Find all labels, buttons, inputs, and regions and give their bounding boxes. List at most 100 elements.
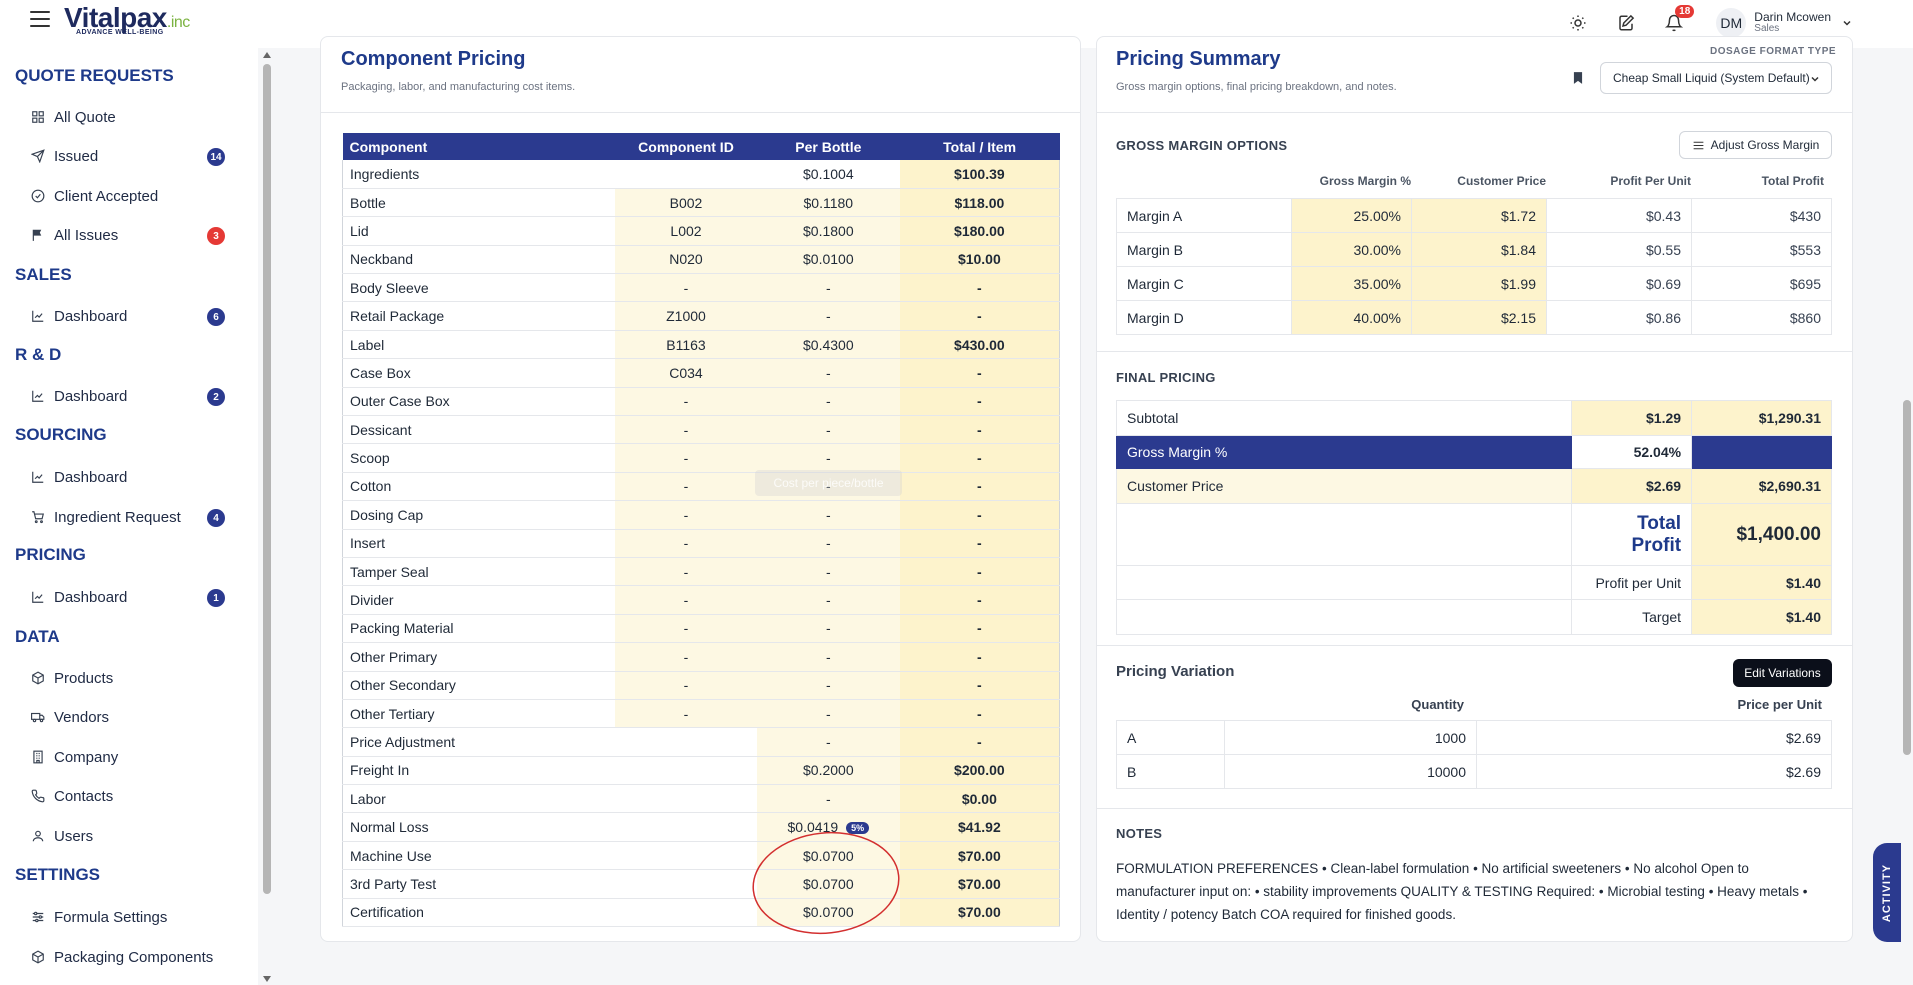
- sidebar-item-sourcing-dashboard[interactable]: Dashboard: [30, 464, 225, 490]
- cart-icon: [30, 509, 46, 525]
- sidebar-item-pricing-dashboard[interactable]: Dashboard 1: [30, 584, 225, 610]
- notes-text: FORMULATION PREFERENCES • Clean-label fo…: [1116, 861, 1808, 922]
- pricing-summary-subtitle: Gross margin options, final pricing brea…: [1116, 81, 1397, 93]
- component-name: Packing Material: [342, 614, 616, 644]
- table-row: Insert - - -: [342, 529, 1060, 558]
- sidebar-item-company[interactable]: Company: [30, 744, 225, 770]
- margin-ppu: $0.69: [1546, 266, 1692, 301]
- sidebar-item-users[interactable]: Users: [30, 823, 225, 849]
- component-name: Other Primary: [342, 642, 616, 672]
- component-name: Certification: [342, 898, 616, 928]
- sidebar-item-all-issues[interactable]: All Issues 3: [30, 222, 225, 248]
- notes-title: NOTES: [1116, 826, 1163, 841]
- component-pricing-title: Component Pricing: [341, 48, 526, 70]
- table-row: Other Secondary - - -: [342, 671, 1060, 700]
- margin-price: $1.84: [1411, 232, 1547, 267]
- margin-row: Margin D 40.00% $2.15 $0.86 $860: [1116, 300, 1832, 335]
- sidebar-item-formula-settings[interactable]: Formula Settings: [30, 904, 225, 930]
- bell-icon[interactable]: 18: [1660, 5, 1695, 37]
- customer-price-label: Customer Price: [1115, 468, 1573, 504]
- edit-note-icon[interactable]: [1612, 9, 1640, 37]
- gross-margin-table: Margin A 25.00% $1.72 $0.43 $430 Margin B 30.0…: [1116, 198, 1832, 335]
- component-id: -: [615, 273, 757, 303]
- page-scrollbar[interactable]: [1903, 400, 1911, 755]
- logo[interactable]: Vitalpax.inc ADVANCE WELL-BEING: [64, 2, 190, 39]
- component-name: Case Box: [342, 358, 616, 388]
- menu-icon[interactable]: [30, 11, 50, 29]
- col-per-bottle: Per Bottle: [756, 133, 900, 160]
- sidebar-item-rd-dashboard[interactable]: Dashboard 2: [30, 383, 225, 409]
- margin-total: $553: [1691, 232, 1832, 267]
- table-row: Other Primary - - -: [342, 642, 1060, 672]
- pricing-variation-table: A 1000 $2.69 B 10000 $2.69: [1116, 720, 1832, 789]
- total-item-cell: $200.00: [899, 756, 1060, 786]
- sidebar-item-all-quote[interactable]: All Quote: [30, 104, 225, 130]
- sidebar-item-issued[interactable]: Issued 14: [30, 143, 225, 169]
- per-bottle-cell: -: [756, 557, 900, 587]
- per-bottle-cell: $0.4300: [756, 330, 900, 360]
- component-name: Dosing Cap: [342, 500, 616, 530]
- total-item-cell: -: [899, 585, 1060, 615]
- total-profit-label: Total Profit: [1571, 503, 1693, 566]
- avatar: DM: [1716, 8, 1747, 38]
- total-item-cell: -: [899, 727, 1060, 757]
- sidebar-item-sales-dashboard[interactable]: Dashboard 6: [30, 303, 225, 329]
- target-value: $1.40: [1691, 599, 1832, 635]
- table-row: 3rd Party Test $0.0700 $70.00: [342, 869, 1060, 899]
- component-id: -: [615, 387, 757, 417]
- margin-price: $1.72: [1411, 198, 1547, 233]
- bookmark-icon[interactable]: [1571, 70, 1585, 86]
- table-row: Packing Material - - -: [342, 614, 1060, 644]
- component-name: Lid: [342, 216, 616, 246]
- sidebar-item-contacts[interactable]: Contacts: [30, 783, 225, 809]
- edit-variations-button[interactable]: Edit Variations: [1733, 659, 1832, 687]
- sun-icon[interactable]: [1564, 9, 1592, 37]
- sidebar-item-products[interactable]: Products: [30, 665, 225, 691]
- sidebar-scrollbar[interactable]: [263, 52, 271, 982]
- table-row: Outer Case Box - - -: [342, 387, 1060, 417]
- total-item-cell: $70.00: [899, 898, 1060, 928]
- margin-total: $860: [1691, 300, 1832, 335]
- table-row: Divider - - -: [342, 585, 1060, 615]
- total-item-cell: -: [899, 472, 1060, 502]
- component-name: Outer Case Box: [342, 387, 616, 417]
- per-bottle-cell: -: [756, 443, 900, 473]
- component-name: Retail Package: [342, 301, 616, 331]
- per-bottle-cell: -: [756, 699, 900, 729]
- phone-icon: [30, 788, 46, 804]
- table-row: Other Tertiary - - -: [342, 699, 1060, 729]
- total-item-cell: -: [899, 301, 1060, 331]
- sidebar-item-packaging-components[interactable]: Packaging Components: [30, 944, 225, 970]
- per-bottle-cell: -: [756, 415, 900, 445]
- component-id: -: [615, 443, 757, 473]
- sidebar-item-vendors[interactable]: Vendors: [30, 704, 225, 730]
- building-icon: [30, 749, 46, 765]
- activity-tab[interactable]: ACTIVITY: [1873, 843, 1901, 942]
- per-bottle-cell: -: [756, 642, 900, 672]
- pricing-summary-title: Pricing Summary: [1116, 48, 1281, 70]
- table-row: Dessicant - - -: [342, 415, 1060, 445]
- margin-total: $695: [1691, 266, 1832, 301]
- sidebar-item-client-accepted[interactable]: Client Accepted: [30, 183, 225, 209]
- dosage-format-select[interactable]: Cheap Small Liquid (System Default): [1600, 62, 1832, 94]
- user-menu[interactable]: DM Darin Mcowen Sales: [1716, 8, 1853, 38]
- total-item-cell: -: [899, 500, 1060, 530]
- adjust-gross-margin-button[interactable]: Adjust Gross Margin: [1679, 131, 1832, 159]
- component-id: L002: [615, 216, 757, 246]
- subtotal-label: Subtotal: [1115, 400, 1573, 436]
- sales-badge: 6: [207, 308, 225, 326]
- component-id: -: [615, 585, 757, 615]
- total-item-cell: $118.00: [899, 188, 1060, 218]
- margin-pct: 40.00%: [1291, 300, 1412, 335]
- component-id: -: [615, 415, 757, 445]
- subtotal-total: $1,290.31: [1691, 400, 1832, 436]
- sidebar-item-ingredient-request[interactable]: Ingredient Request 4: [30, 504, 225, 530]
- section-sourcing: SOURCING: [15, 425, 107, 444]
- pricing-variation-title: Pricing Variation: [1116, 663, 1235, 680]
- box-icon: [30, 949, 46, 965]
- table-row: Dosing Cap - - -: [342, 500, 1060, 530]
- component-id: -: [615, 500, 757, 530]
- margin-name: Margin D: [1116, 300, 1292, 335]
- section-rd: R & D: [15, 345, 62, 364]
- total-item-cell: $10.00: [899, 245, 1060, 275]
